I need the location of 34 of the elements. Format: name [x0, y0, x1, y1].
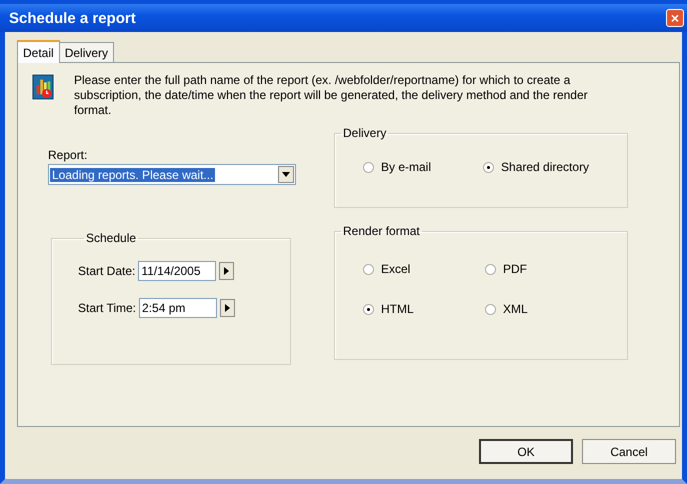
radio-button[interactable]: [363, 162, 374, 172]
dropdown-value: Loading reports. Please wait...: [50, 168, 216, 182]
radio-option[interactable]: XML: [485, 302, 627, 316]
dialog-button[interactable]: Cancel: [582, 439, 676, 464]
input-field[interactable]: 11/14/2005: [138, 261, 216, 281]
arrow-right-icon: [225, 304, 230, 312]
radio-option[interactable]: Excel: [363, 262, 485, 276]
radio-option[interactable]: PDF: [485, 262, 627, 276]
arrow-right-icon: [224, 267, 230, 275]
field-label: Start Date:: [78, 264, 136, 278]
radio-option[interactable]: Shared directory: [483, 160, 590, 174]
report-label: Report:: [48, 148, 88, 162]
picker-button[interactable]: [220, 299, 236, 317]
radio-button[interactable]: [485, 264, 496, 274]
radio-button[interactable]: [363, 264, 374, 274]
radio-option[interactable]: HTML: [363, 302, 485, 316]
radio-button[interactable]: [483, 162, 494, 172]
input-field[interactable]: 2:54 pm: [139, 298, 218, 318]
group-title: Delivery: [342, 126, 388, 140]
tab[interactable]: Detail: [17, 40, 60, 63]
radio-button[interactable]: [363, 304, 374, 314]
report-dropdown[interactable]: Loading reports. Please wait...: [48, 164, 296, 185]
close-button[interactable]: ×: [666, 9, 684, 27]
tab[interactable]: Delivery: [58, 42, 114, 62]
report-chart-icon: [32, 73, 54, 101]
dialog-button[interactable]: OK: [479, 439, 573, 464]
field-label: Start Time:: [78, 301, 136, 315]
group-title: Schedule: [85, 231, 138, 245]
radio-option[interactable]: By e-mail: [363, 160, 432, 174]
window-title: Schedule a report: [9, 10, 136, 26]
picker-button[interactable]: [219, 262, 234, 280]
radio-button[interactable]: [485, 304, 496, 314]
group-title: Render format: [342, 224, 421, 238]
instructions-text: Please enter the full path name of the report (ex. /webfolder/reportname) for which to create a subscription, the date/time when the report will be generated, the delivery method and the render format.: [74, 73, 589, 118]
